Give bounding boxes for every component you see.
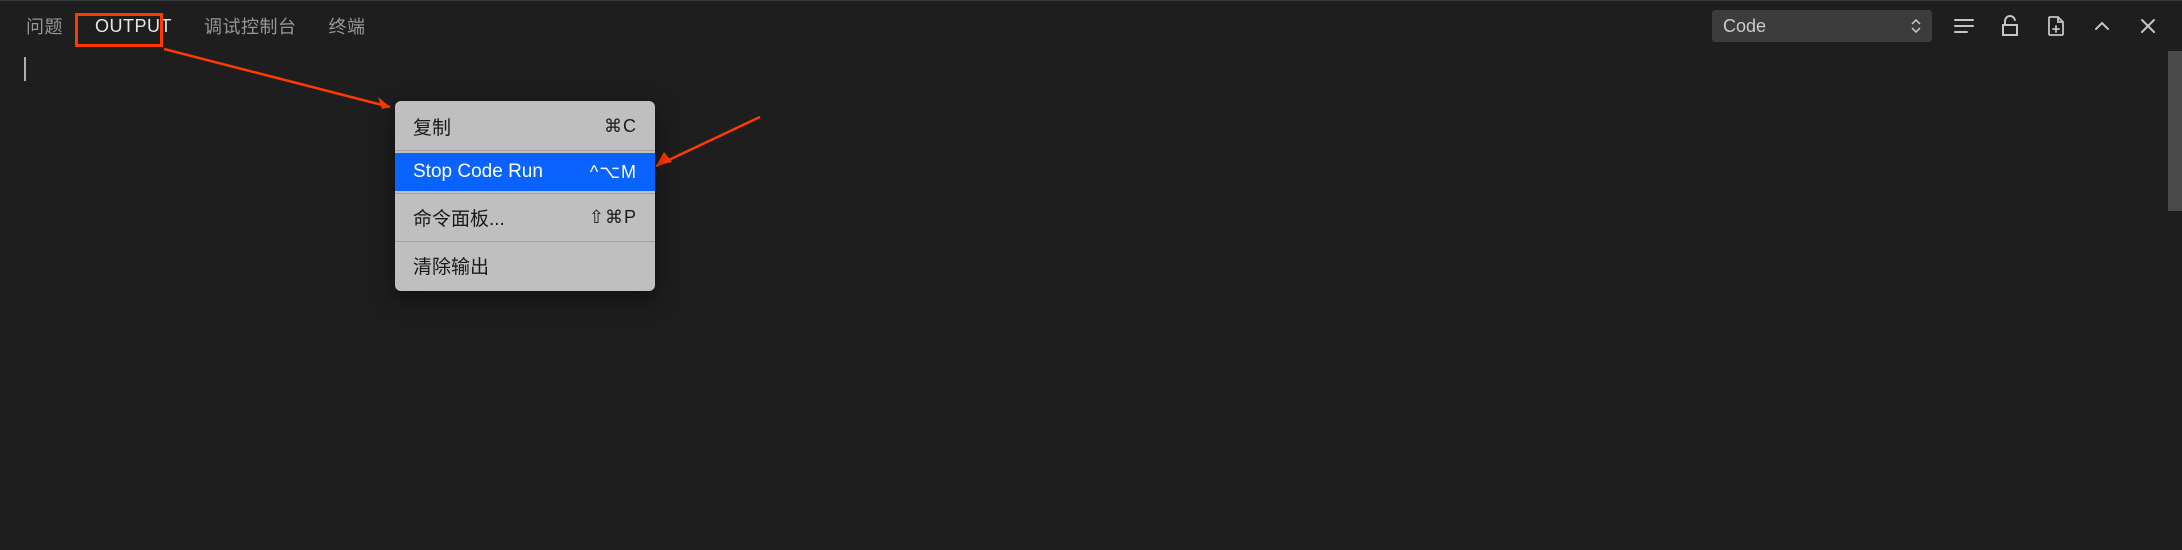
menu-item-label: 复制 bbox=[413, 113, 451, 140]
menu-separator bbox=[395, 193, 655, 194]
unlock-icon[interactable] bbox=[1996, 12, 2024, 40]
menu-item-stop-code-run[interactable]: Stop Code Run ^⌥M bbox=[395, 153, 655, 191]
menu-separator bbox=[395, 150, 655, 151]
dropdown-arrows-icon bbox=[1911, 19, 1921, 33]
menu-item-label: 清除输出 bbox=[413, 252, 489, 279]
tab-output[interactable]: OUTPUT bbox=[79, 8, 188, 45]
tab-debug-console[interactable]: 调试控制台 bbox=[188, 5, 313, 47]
vertical-scrollbar[interactable] bbox=[2168, 51, 2182, 211]
word-wrap-icon[interactable] bbox=[1950, 12, 1978, 40]
output-content[interactable] bbox=[0, 51, 2182, 81]
menu-item-label: 命令面板... bbox=[413, 204, 505, 231]
output-panel: 问题 OUTPUT 调试控制台 终端 Code bbox=[0, 0, 2182, 550]
context-menu: 复制 ⌘C Stop Code Run ^⌥M 命令面板... ⇧⌘P 清除输出 bbox=[395, 101, 655, 291]
menu-item-command-palette[interactable]: 命令面板... ⇧⌘P bbox=[395, 196, 655, 239]
text-cursor bbox=[24, 57, 26, 81]
output-channel-dropdown[interactable]: Code bbox=[1712, 10, 1932, 42]
menu-item-label: Stop Code Run bbox=[413, 161, 543, 183]
panel-tabbar: 问题 OUTPUT 调试控制台 终端 Code bbox=[0, 1, 2182, 51]
menu-item-shortcut: ⌘C bbox=[604, 116, 637, 137]
menu-item-shortcut: ^⌥M bbox=[590, 162, 637, 183]
menu-item-clear-output[interactable]: 清除输出 bbox=[395, 244, 655, 287]
dropdown-selected-label: Code bbox=[1723, 16, 1766, 37]
panel-toolbar-right: Code bbox=[1712, 10, 2172, 42]
menu-item-copy[interactable]: 复制 ⌘C bbox=[395, 105, 655, 148]
new-file-icon[interactable] bbox=[2042, 12, 2070, 40]
close-icon[interactable] bbox=[2134, 12, 2162, 40]
chevron-up-icon[interactable] bbox=[2088, 12, 2116, 40]
menu-separator bbox=[395, 241, 655, 242]
menu-item-shortcut: ⇧⌘P bbox=[589, 207, 637, 228]
tab-terminal[interactable]: 终端 bbox=[313, 5, 382, 47]
annotation-arrow-2 bbox=[650, 111, 780, 181]
tab-problems[interactable]: 问题 bbox=[10, 5, 79, 47]
